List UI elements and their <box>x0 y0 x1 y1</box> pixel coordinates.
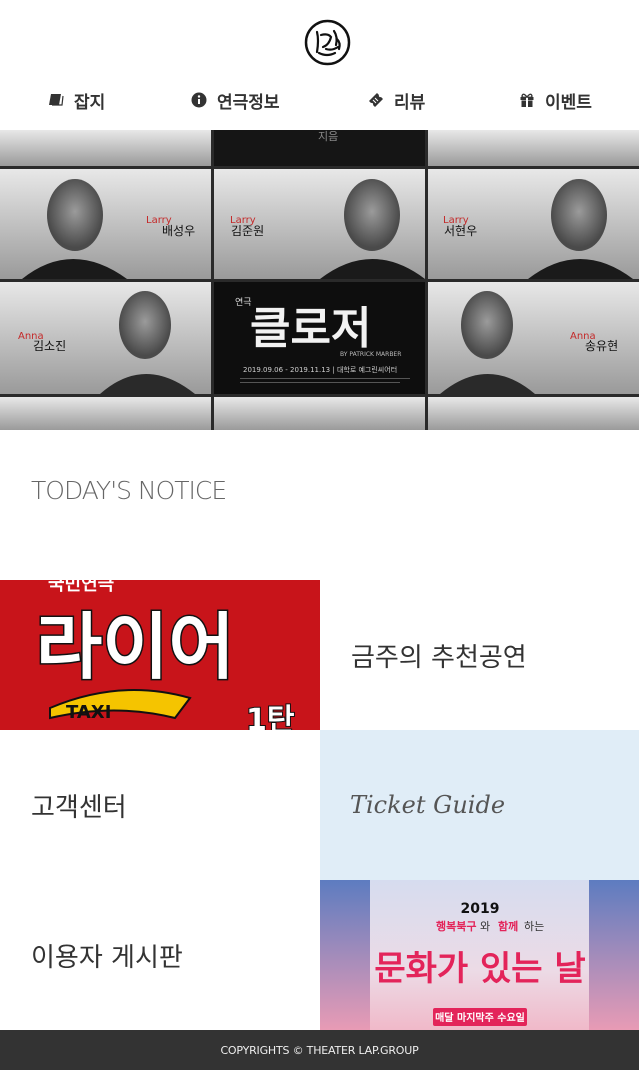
footer: COPYRIGHTS © THEATER LAP.GROUP <box>0 1030 639 1070</box>
hero-byline: BY PATRICK MARBER <box>340 351 401 358</box>
nav-item-event[interactable]: 이벤트 <box>519 84 592 116</box>
nav-label: 리뷰 <box>394 92 426 113</box>
hero-banner[interactable]: 지음 Larry 배성우 Larry 김준원 Larry 서현우 Anna 김소… <box>0 130 639 430</box>
logo[interactable] <box>304 19 351 66</box>
culture-sub-d: 하는 <box>524 919 544 933</box>
user-board-tile[interactable]: 이용자 게시판 <box>0 880 320 1030</box>
ticket-guide-label: Ticket Guide <box>350 791 506 819</box>
culture-sub-a: 행복북구 <box>436 919 476 933</box>
copyright-text: COPYRIGHTS © THEATER LAP.GROUP <box>220 1043 419 1057</box>
recommended-shows-label: 금주의 추천공연 <box>351 642 527 673</box>
cast-name: 김준원 <box>231 224 264 238</box>
info-icon <box>191 92 207 108</box>
culture-sub-c: 함께 <box>498 919 518 933</box>
featured-play-poster[interactable]: 국민연극 라이어 TAXI 1탄 <box>0 580 320 730</box>
closer-poster: 지음 Larry 배성우 Larry 김준원 Larry 서현우 Anna 김소… <box>0 130 639 430</box>
cast-name: 서현우 <box>444 224 477 238</box>
poster-top-text: 국민연극 <box>48 580 114 595</box>
culture-day-banner[interactable]: 2019 행복북구 와 함께 하는 문화가 있는 날 매달 마지막주 수요일 <box>320 880 639 1030</box>
liar-poster: 국민연극 라이어 TAXI 1탄 <box>0 580 320 730</box>
recommended-shows-tile[interactable]: 금주의 추천공연 <box>320 580 639 730</box>
nav-label: 연극정보 <box>217 92 280 113</box>
culture-foot: 매달 마지막주 수요일 <box>435 1011 525 1024</box>
culture-day-poster: 2019 행복북구 와 함께 하는 문화가 있는 날 매달 마지막주 수요일 <box>320 880 639 1030</box>
poster-taxi: TAXI <box>66 702 111 723</box>
book-icon <box>49 94 64 106</box>
nav-label: 잡지 <box>74 92 106 113</box>
customer-center-label: 고객센터 <box>31 792 127 823</box>
main-nav: 잡지 연극정보 리뷰 이벤트 <box>0 84 639 116</box>
customer-center-tile[interactable]: 고객센터 <box>0 730 320 880</box>
poster-sub: 1탄 <box>246 703 295 730</box>
cast-name: 송유현 <box>585 339 618 353</box>
culture-sub-b: 와 <box>480 920 490 933</box>
ticket-guide-tile[interactable]: Ticket Guide <box>320 730 639 880</box>
nav-item-magazine[interactable]: 잡지 <box>48 84 105 116</box>
nav-item-review[interactable]: 리뷰 <box>368 84 425 116</box>
hero-top-fragment: 지음 <box>318 130 338 143</box>
hero-dates: 2019.09.06 - 2019.11.13 | 대학로 예그린씨어터 <box>243 365 397 374</box>
culture-year: 2019 <box>461 901 500 917</box>
notice-title: TODAY'S NOTICE <box>31 476 227 505</box>
notice-section: TODAY'S NOTICE <box>0 430 639 580</box>
hero-title: 클로저 <box>250 303 371 354</box>
ticket-icon <box>369 93 383 107</box>
nav-label: 이벤트 <box>545 92 592 113</box>
cast-name: 김소진 <box>33 339 66 353</box>
poster-title: 라이어 <box>36 605 235 689</box>
culture-title: 문화가 있는 날 <box>374 949 585 989</box>
nav-item-play-info[interactable]: 연극정보 <box>191 84 280 116</box>
user-board-label: 이용자 게시판 <box>31 942 183 973</box>
site-header: 잡지 연극정보 리뷰 이벤트 <box>0 0 639 130</box>
gift-icon <box>520 93 534 107</box>
cast-name: 배성우 <box>162 224 195 238</box>
